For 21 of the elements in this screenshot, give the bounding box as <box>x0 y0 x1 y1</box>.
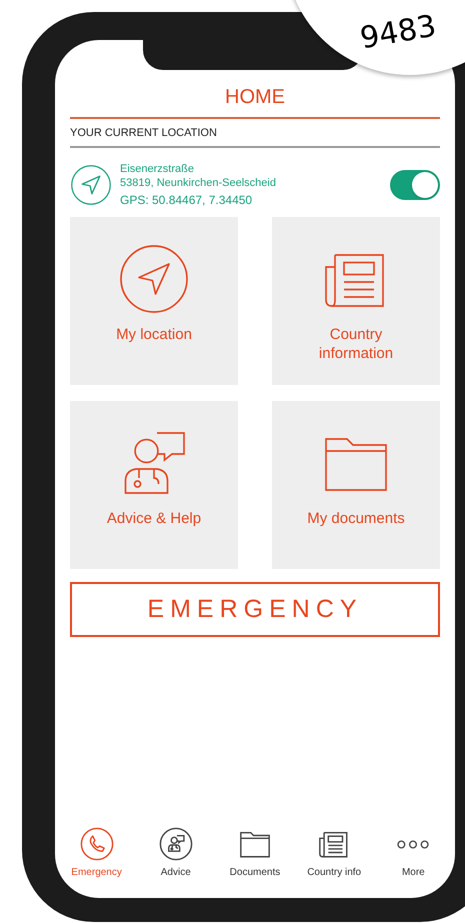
section-label: YOUR CURRENT LOCATION <box>70 126 218 140</box>
tab-bar-item[interactable]: Country info <box>296 827 372 880</box>
tab-bar-item[interactable]: More <box>375 827 452 880</box>
phone-icon <box>80 827 114 861</box>
tab-bar-item[interactable]: Emergency <box>58 827 135 880</box>
gps-text: GPS: 50.84467, 7.34450 <box>120 193 254 207</box>
location-toggle[interactable] <box>390 170 440 200</box>
menu-tile[interactable]: My location <box>70 217 238 385</box>
city-text: 53819, Neunkirchen-Seelscheid <box>120 176 276 190</box>
sticker-number: 9483 <box>356 8 440 58</box>
doctor-icon <box>158 827 193 861</box>
tab-bar-item[interactable]: Documents <box>216 827 293 880</box>
toggle-knob <box>412 172 438 198</box>
menu-tile[interactable]: My documents <box>272 401 440 569</box>
street-text: Eisenerzstraße <box>120 162 195 176</box>
menu-tile[interactable]: Advice & Help <box>70 401 238 569</box>
more-icon <box>397 840 430 848</box>
menu-tile[interactable]: Country information <box>272 217 440 385</box>
tab-bar-item[interactable]: Advice <box>138 827 214 880</box>
emergency-button[interactable]: EMERGENCY <box>70 582 440 637</box>
page-title: HOME <box>224 85 286 109</box>
